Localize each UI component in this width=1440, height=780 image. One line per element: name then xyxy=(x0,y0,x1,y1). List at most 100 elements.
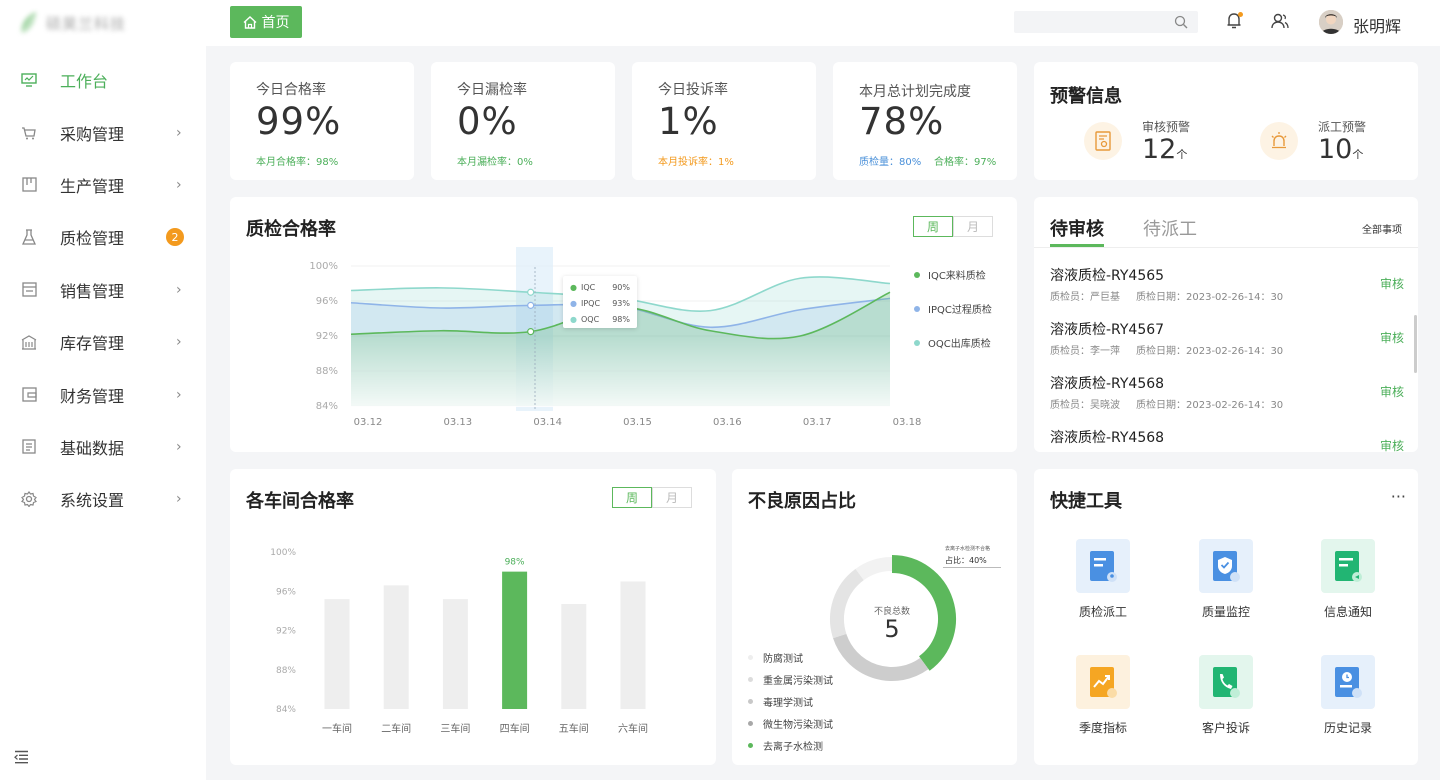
sidebar-item-label: 采购管理 xyxy=(60,124,125,144)
tool-label: 质检派工 xyxy=(1078,605,1127,619)
task-item[interactable]: 溶液质检-RY4567 质检员：李一萍 质检日期：2023-02-26-14：30… xyxy=(1050,319,1404,373)
inspection-date: 2023-02-26-14：30 xyxy=(1186,292,1284,303)
sidebar-item-production[interactable]: 生产管理 › xyxy=(0,159,206,211)
legend-item-oqc[interactable]: OQC出库质检 xyxy=(914,335,991,350)
legend-label: IPQC过程质检 xyxy=(928,305,992,316)
bar[interactable] xyxy=(383,585,409,709)
inspector-label: 质检员： xyxy=(1050,346,1090,357)
warning-dispatch[interactable]: 派工预警 10个 xyxy=(1258,118,1408,168)
kpi-card-miss-rate: 今日漏检率 0% 本月漏检率：0% xyxy=(431,62,615,180)
bar[interactable] xyxy=(502,571,528,709)
cart-icon xyxy=(20,124,38,142)
user-name[interactable]: 张明辉 xyxy=(1353,13,1401,37)
sidebar-item-dashboard[interactable]: 工作台 xyxy=(0,54,206,106)
tab-pending-review[interactable]: 待审核 xyxy=(1050,215,1104,241)
data-point[interactable] xyxy=(527,328,535,336)
y-tick-label: 96% xyxy=(316,296,338,307)
scrollbar[interactable] xyxy=(1414,315,1417,373)
warning-value: 10 xyxy=(1318,134,1353,165)
kpi-value: 99% xyxy=(256,100,342,143)
review-button[interactable]: 审核 xyxy=(1380,275,1404,292)
kpi-card-pass-rate: 今日合格率 99% 本月合格率：98% xyxy=(230,62,414,180)
task-meta: 质检员：李一萍 质检日期：2023-02-26-14：30 xyxy=(1050,342,1283,357)
x-tick-label: 03.12 xyxy=(354,417,383,428)
shield-check-icon xyxy=(1199,539,1253,593)
user-group-icon[interactable] xyxy=(1271,12,1289,34)
bar[interactable] xyxy=(620,581,646,709)
kpi-sub: 本月漏检率：0% xyxy=(457,157,533,168)
warehouse-icon xyxy=(20,333,38,351)
tool-customer-complaint[interactable]: 客户投诉 xyxy=(1186,655,1266,736)
sidebar-item-quality[interactable]: 质检管理 2 xyxy=(0,211,206,263)
date-label: 质检日期： xyxy=(1136,292,1186,303)
sidebar-item-finance[interactable]: 财务管理 › xyxy=(0,368,206,420)
bar[interactable] xyxy=(561,604,587,709)
warning-label: 审核预警 xyxy=(1142,120,1191,134)
reason-dot xyxy=(748,721,753,726)
inspector-name: 吴晓波 xyxy=(1090,400,1120,411)
sidebar-item-sales[interactable]: 销售管理 › xyxy=(0,264,206,316)
legend-dot xyxy=(914,339,920,346)
reason-label: 毒理学测试 xyxy=(763,698,813,709)
task-item[interactable]: 溶液质检-RY4568 审核 xyxy=(1050,427,1404,452)
review-button[interactable]: 审核 xyxy=(1380,437,1404,452)
bar[interactable] xyxy=(442,599,468,709)
warning-count: 10个 xyxy=(1318,134,1363,165)
area-fade xyxy=(351,337,890,407)
y-tick-label: 92% xyxy=(276,627,296,637)
home-button[interactable]: 首页 xyxy=(230,6,302,38)
tooltip-value: 98% xyxy=(612,315,630,324)
bar-value-label: 98% xyxy=(505,558,525,568)
data-point[interactable] xyxy=(527,301,535,309)
x-tick-label: 03.17 xyxy=(803,417,832,428)
wallet-icon xyxy=(20,386,38,404)
kpi-label: 今日投诉率 xyxy=(658,82,728,98)
donut-slice[interactable] xyxy=(855,557,893,581)
sidebar-item-settings[interactable]: 系统设置 › xyxy=(0,473,206,525)
legend-item-ipqc[interactable]: IPQC过程质检 xyxy=(914,301,992,316)
date-label: 质检日期： xyxy=(1136,346,1186,357)
x-tick-label: 五车间 xyxy=(559,722,589,735)
y-tick-label: 84% xyxy=(316,401,338,412)
view-all-link[interactable]: 全部事项 xyxy=(1362,221,1402,236)
x-tick-label: 三车间 xyxy=(440,722,470,735)
more-icon[interactable]: ··· xyxy=(1391,487,1406,506)
task-item[interactable]: 溶液质检-RY4565 质检员：严巨基 质检日期：2023-02-26-14：30… xyxy=(1050,265,1404,319)
menu-collapse-icon[interactable] xyxy=(14,749,29,768)
sidebar-item-label: 销售管理 xyxy=(60,281,125,301)
data-point[interactable] xyxy=(527,288,535,296)
search-icon[interactable] xyxy=(1174,14,1188,33)
tab-pending-dispatch[interactable]: 待派工 xyxy=(1143,215,1197,241)
x-tick-label: 03.18 xyxy=(893,417,922,428)
tool-quality-monitor[interactable]: 质量监控 xyxy=(1186,539,1266,620)
date-label: 质检日期： xyxy=(1136,400,1186,411)
bar[interactable] xyxy=(324,599,350,709)
donut-slice[interactable] xyxy=(830,568,865,639)
review-button[interactable]: 审核 xyxy=(1380,383,1404,400)
avatar[interactable] xyxy=(1319,10,1343,34)
production-icon xyxy=(20,176,38,194)
leaf-logo-icon xyxy=(21,12,36,35)
sidebar-item-inventory[interactable]: 库存管理 › xyxy=(0,316,206,368)
tool-label: 历史记录 xyxy=(1323,721,1372,735)
chevron-right-icon: › xyxy=(176,334,182,351)
warning-audit[interactable]: 审核预警 12个 xyxy=(1082,118,1232,168)
review-button[interactable]: 审核 xyxy=(1380,329,1404,346)
gear-icon xyxy=(20,490,38,508)
tool-quality-dispatch[interactable]: 质检派工 xyxy=(1063,539,1143,620)
workshop-chart-card: 各车间合格率 周 月 100% 96% 92% 88% 84% 一车间 二车间 三车间 四车间 9… xyxy=(230,469,716,765)
tool-label: 客户投诉 xyxy=(1201,721,1250,735)
flask-icon xyxy=(20,228,38,246)
task-meta: 质检员：严巨基 质检日期：2023-02-26-14：30 xyxy=(1050,288,1283,303)
legend-item-iqc[interactable]: IQC来料质检 xyxy=(914,267,986,282)
tool-quarterly-metrics[interactable]: 季度指标 xyxy=(1063,655,1143,736)
chart-tooltip: ● IQC 90% ● IPQC 93% ● OQC 98% xyxy=(563,276,637,328)
search-input[interactable] xyxy=(1014,11,1198,33)
inspector-name: 李一萍 xyxy=(1090,346,1120,357)
task-item[interactable]: 溶液质检-RY4568 质检员：吴晓波 质检日期：2023-02-26-14：30… xyxy=(1050,373,1404,427)
tool-history[interactable]: 历史记录 xyxy=(1308,655,1388,736)
x-tick-label: 六车间 xyxy=(618,722,648,735)
sidebar-item-purchase[interactable]: 采购管理 › xyxy=(0,106,206,158)
tool-info-notice[interactable]: 信息通知 xyxy=(1308,539,1388,620)
sidebar-item-basic-data[interactable]: 基础数据 › xyxy=(0,421,206,473)
